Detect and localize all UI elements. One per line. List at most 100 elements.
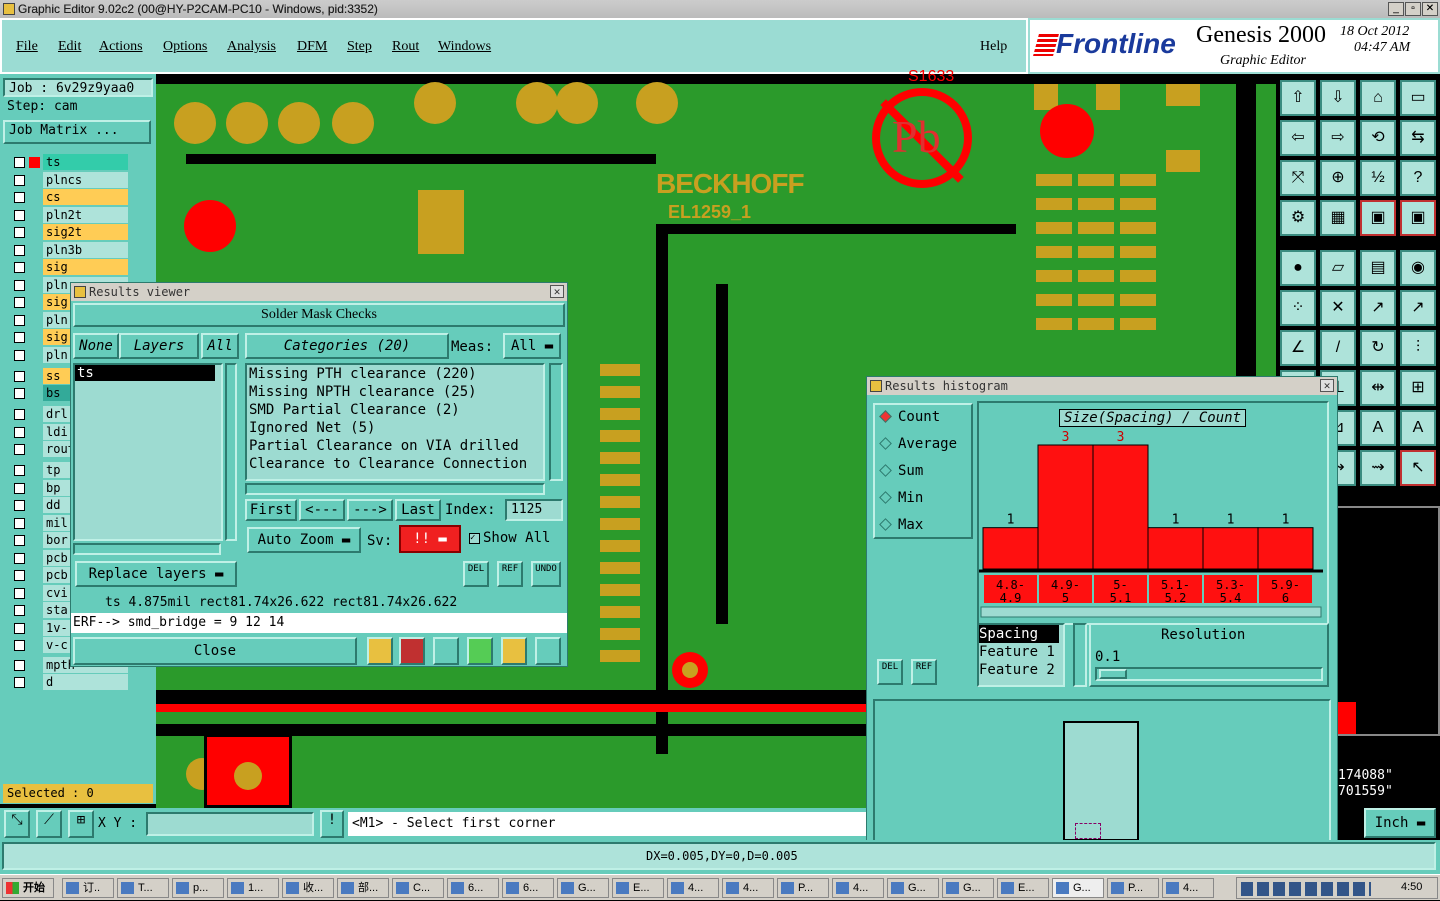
notes-icon[interactable] bbox=[501, 637, 527, 665]
route-icon[interactable]: ⫶ bbox=[1400, 330, 1436, 366]
category-item[interactable]: Missing PTH clearance (220) bbox=[249, 365, 543, 383]
layer-checkbox[interactable] bbox=[14, 605, 25, 617]
layer-checkbox[interactable] bbox=[14, 500, 25, 512]
layer-icon[interactable]: ⊞ bbox=[1400, 370, 1436, 406]
mode-radio[interactable]: Sum bbox=[879, 463, 923, 479]
taskbar-item[interactable]: E... bbox=[612, 878, 664, 898]
undo-button[interactable]: UNDO bbox=[531, 561, 561, 587]
layer-checkbox[interactable] bbox=[14, 622, 25, 634]
layer-checkbox[interactable] bbox=[14, 552, 25, 564]
snap-icon[interactable]: ▣ bbox=[1360, 200, 1396, 236]
layer-list-box[interactable]: ts bbox=[73, 363, 223, 541]
angle-icon[interactable]: ∠ bbox=[1280, 330, 1316, 366]
layer-checkbox[interactable] bbox=[14, 388, 25, 400]
category-item[interactable]: Partial Clearance on VIA drilled bbox=[249, 437, 543, 455]
layer-checkbox[interactable] bbox=[14, 370, 25, 382]
taskbar-item[interactable]: 1... bbox=[227, 878, 279, 898]
layer-checkbox[interactable] bbox=[14, 297, 25, 309]
layer-checkbox[interactable] bbox=[14, 279, 25, 291]
layer-checkbox[interactable] bbox=[14, 640, 25, 652]
down-icon[interactable]: ⇩ bbox=[1320, 80, 1356, 116]
help-icon[interactable]: ? bbox=[1400, 160, 1436, 196]
swap-icon[interactable]: ⇆ bbox=[1400, 120, 1436, 156]
layer-row[interactable]: pln3b bbox=[12, 241, 128, 259]
layer-name[interactable]: pln3b bbox=[43, 241, 128, 258]
feature2-item[interactable]: Feature 2 bbox=[979, 661, 1063, 679]
category-item[interactable]: Missing NPTH clearance (25) bbox=[249, 383, 543, 401]
taskbar-item[interactable]: 4... bbox=[722, 878, 774, 898]
ref-icon[interactable] bbox=[433, 637, 459, 665]
menu-help[interactable]: Help bbox=[980, 39, 1007, 55]
layer-name[interactable]: d bbox=[43, 674, 128, 691]
taskbar-item[interactable]: P... bbox=[1107, 878, 1159, 898]
rotate-icon[interactable]: ⟲ bbox=[1360, 120, 1396, 156]
menu-options[interactable]: Options bbox=[163, 39, 207, 55]
layer-row[interactable]: sig bbox=[12, 259, 128, 276]
taskbar-item[interactable]: 6... bbox=[502, 878, 554, 898]
replace-layers-select[interactable]: Replace layers ▬ bbox=[75, 561, 237, 587]
toggle-icon[interactable] bbox=[467, 637, 493, 665]
delete-icon[interactable]: ✕ bbox=[1320, 290, 1356, 326]
prev-button[interactable]: <--- bbox=[299, 499, 345, 521]
taskbar-item[interactable]: C... bbox=[392, 878, 444, 898]
layer-name[interactable]: plncs bbox=[43, 171, 128, 188]
span-icon[interactable]: ⇹ bbox=[1360, 370, 1396, 406]
layer-checkbox[interactable] bbox=[14, 262, 25, 274]
layer-name[interactable]: pln2t bbox=[43, 206, 128, 223]
chart-scrollbar[interactable] bbox=[980, 606, 1322, 618]
layers-none-button[interactable]: None bbox=[73, 333, 119, 359]
spacing-list[interactable]: Spacing Feature 1 Feature 2 bbox=[977, 623, 1065, 687]
layer-checkbox[interactable] bbox=[14, 174, 25, 186]
feature1-item[interactable]: Feature 1 bbox=[979, 643, 1063, 661]
layer-name[interactable]: sig2t bbox=[43, 224, 128, 241]
move-icon[interactable]: ↗ bbox=[1360, 290, 1396, 326]
menu-dfm[interactable]: DFM bbox=[297, 39, 327, 55]
category-list-box[interactable]: Missing PTH clearance (220) Missing NPTH … bbox=[245, 363, 545, 481]
last-button[interactable]: Last bbox=[395, 499, 441, 521]
layer-checkbox[interactable] bbox=[14, 314, 25, 326]
show-all-checkbox[interactable]: ✓ bbox=[469, 533, 480, 544]
taskbar-item[interactable]: G... bbox=[557, 878, 609, 898]
taskbar-item[interactable]: E... bbox=[997, 878, 1049, 898]
menu-step[interactable]: Step bbox=[347, 39, 372, 55]
menu-actions[interactable]: Actions bbox=[99, 39, 143, 55]
categories-button[interactable]: Categories (20) bbox=[245, 333, 449, 359]
pad-icon[interactable]: ● bbox=[1280, 250, 1316, 286]
histogram-bar[interactable] bbox=[1037, 444, 1094, 570]
cursor-icon[interactable]: ↖ bbox=[1400, 450, 1436, 486]
taskbar-item[interactable]: 6... bbox=[447, 878, 499, 898]
menu-analysis[interactable]: Analysis bbox=[227, 39, 276, 55]
text-icon[interactable]: A bbox=[1400, 410, 1436, 446]
scale-icon[interactable]: ½ bbox=[1360, 160, 1396, 196]
layer-name[interactable]: ts bbox=[43, 154, 128, 170]
report-icon[interactable] bbox=[367, 637, 393, 665]
taskbar-item[interactable]: P... bbox=[777, 878, 829, 898]
layer-checkbox[interactable] bbox=[14, 677, 25, 689]
del-button[interactable]: DEL bbox=[463, 561, 489, 587]
line-icon[interactable]: / bbox=[1320, 330, 1356, 366]
histogram-bar[interactable] bbox=[1147, 527, 1204, 570]
mode-radio[interactable]: Max bbox=[879, 517, 923, 533]
first-button[interactable]: First bbox=[245, 499, 297, 521]
layer-list-scrollbar[interactable] bbox=[225, 363, 237, 541]
layer-checkbox[interactable] bbox=[14, 465, 25, 477]
layers-all-button[interactable]: All bbox=[201, 333, 239, 359]
histogram-bar[interactable] bbox=[982, 527, 1039, 570]
menu-rout[interactable]: Rout bbox=[392, 39, 419, 55]
taskbar-item[interactable]: G... bbox=[942, 878, 994, 898]
layer-row[interactable]: ts bbox=[12, 154, 128, 171]
meas-select[interactable]: All ▬ bbox=[503, 333, 561, 359]
close-dialog-button[interactable]: Close bbox=[73, 637, 357, 665]
index-input[interactable]: 1125 bbox=[505, 499, 563, 521]
snap-icon[interactable]: ▣ bbox=[1400, 200, 1436, 236]
taskbar-item[interactable]: 部... bbox=[337, 878, 389, 898]
zoom-icon[interactable]: ⤡ bbox=[4, 810, 30, 838]
layer-row[interactable]: d bbox=[12, 674, 128, 691]
layer-checkbox[interactable] bbox=[14, 192, 25, 204]
layer-row[interactable]: cs bbox=[12, 189, 128, 206]
histogram-bar[interactable] bbox=[1257, 527, 1314, 570]
circle-icon[interactable]: ◉ bbox=[1400, 250, 1436, 286]
left-icon[interactable]: ⇦ bbox=[1280, 120, 1316, 156]
layers-button[interactable]: Layers bbox=[119, 333, 199, 359]
taskbar-item[interactable]: G... bbox=[1052, 878, 1104, 898]
